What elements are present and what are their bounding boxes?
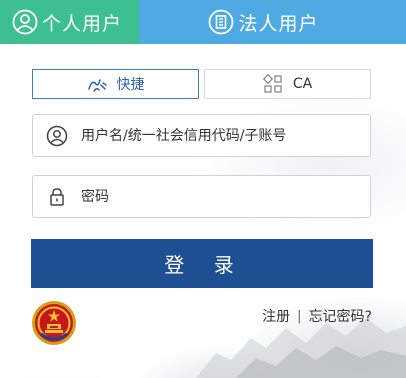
- password-field: [32, 175, 371, 218]
- username-field: [32, 114, 371, 157]
- tab-legal-user[interactable]: 法人用户: [139, 0, 406, 44]
- login-method-quick-label: 快捷: [116, 77, 145, 93]
- forgot-password-link[interactable]: 忘记密码?: [309, 306, 372, 326]
- login-method-ca-label: CA: [292, 76, 313, 92]
- certificate-icon: [262, 74, 283, 94]
- password-input[interactable]: [81, 188, 351, 205]
- auxiliary-links: 注册 | 忘记密码?: [262, 306, 372, 326]
- user-circle-icon: [12, 9, 38, 35]
- user-type-tabs: 个人用户 法人用户: [0, 0, 406, 44]
- user-icon: [46, 125, 68, 147]
- login-method-ca[interactable]: CA: [204, 69, 371, 99]
- national-emblem-icon: [31, 300, 77, 346]
- register-link[interactable]: 注册: [262, 306, 290, 326]
- link-separator: |: [297, 308, 302, 324]
- building-icon: [208, 9, 234, 35]
- login-method-quick[interactable]: 快捷: [32, 69, 199, 99]
- tab-personal-user[interactable]: 个人用户: [0, 0, 139, 44]
- login-button[interactable]: 登 录: [31, 239, 373, 288]
- tab-legal-label: 法人用户: [238, 12, 319, 35]
- lock-icon: [46, 186, 68, 208]
- tab-personal-label: 个人用户: [42, 12, 123, 35]
- fingerprint-icon: [87, 75, 107, 93]
- username-input[interactable]: [81, 127, 351, 144]
